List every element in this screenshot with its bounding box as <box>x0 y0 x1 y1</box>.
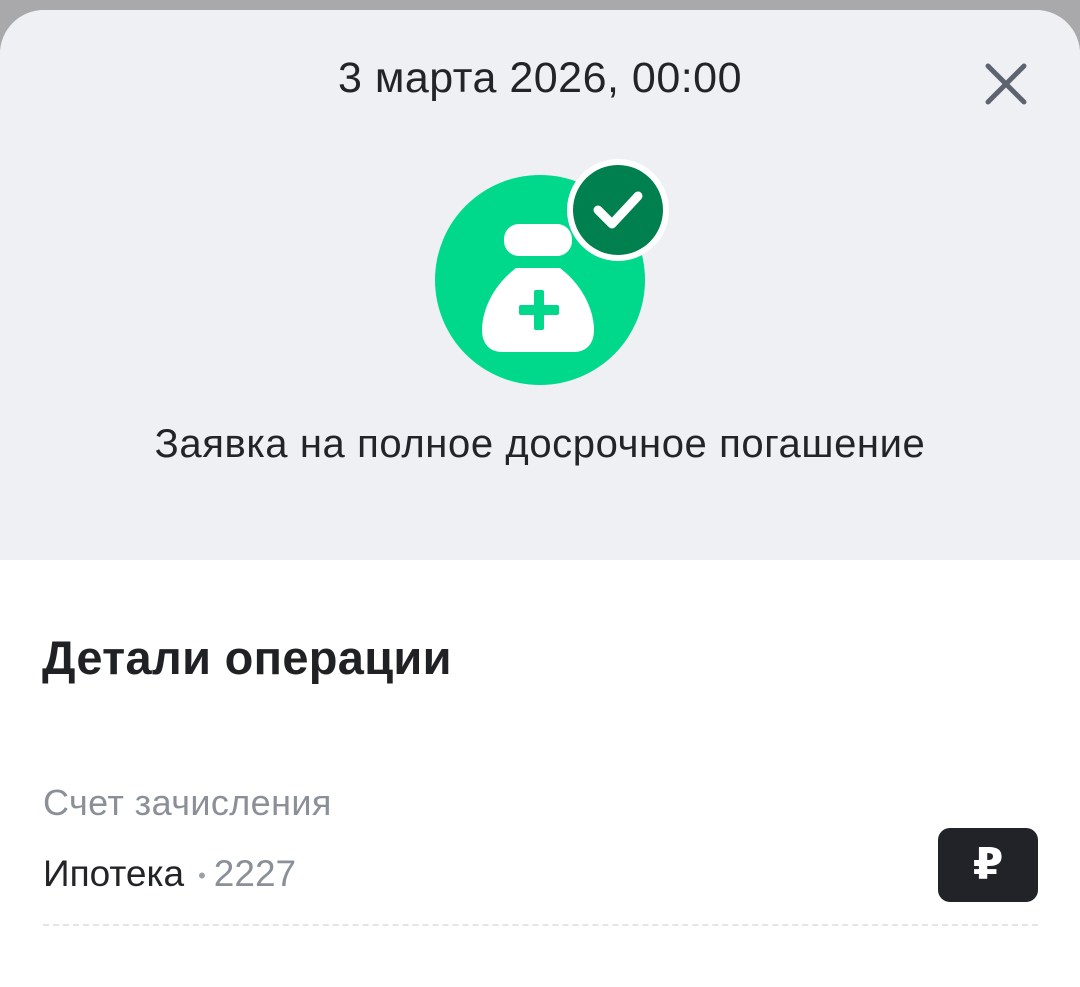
operation-icon <box>434 152 674 392</box>
account-separator: • <box>198 863 206 889</box>
operation-header: 3 марта 2026, 00:00 Заявка на полное дос… <box>0 10 1080 560</box>
operation-title: Заявка на полное досрочное погашение <box>154 422 926 466</box>
account-field-label: Счет зачисления <box>43 782 332 823</box>
operation-details-sheet: 3 марта 2026, 00:00 Заявка на полное дос… <box>0 10 1080 987</box>
account-number: 2227 <box>213 853 297 894</box>
account-row[interactable]: Ипотека • 2227 <box>43 853 296 895</box>
close-icon <box>985 63 1027 105</box>
ruble-icon: ₽ <box>972 840 1004 889</box>
check-badge-icon <box>567 159 669 261</box>
operation-date: 3 марта 2026, 00:00 <box>337 54 743 102</box>
close-button[interactable] <box>976 54 1036 114</box>
divider <box>43 924 1038 926</box>
ruble-currency-badge: ₽ <box>938 828 1038 902</box>
account-name: Ипотека <box>43 853 185 894</box>
details-section-title: Детали операции <box>42 631 452 684</box>
